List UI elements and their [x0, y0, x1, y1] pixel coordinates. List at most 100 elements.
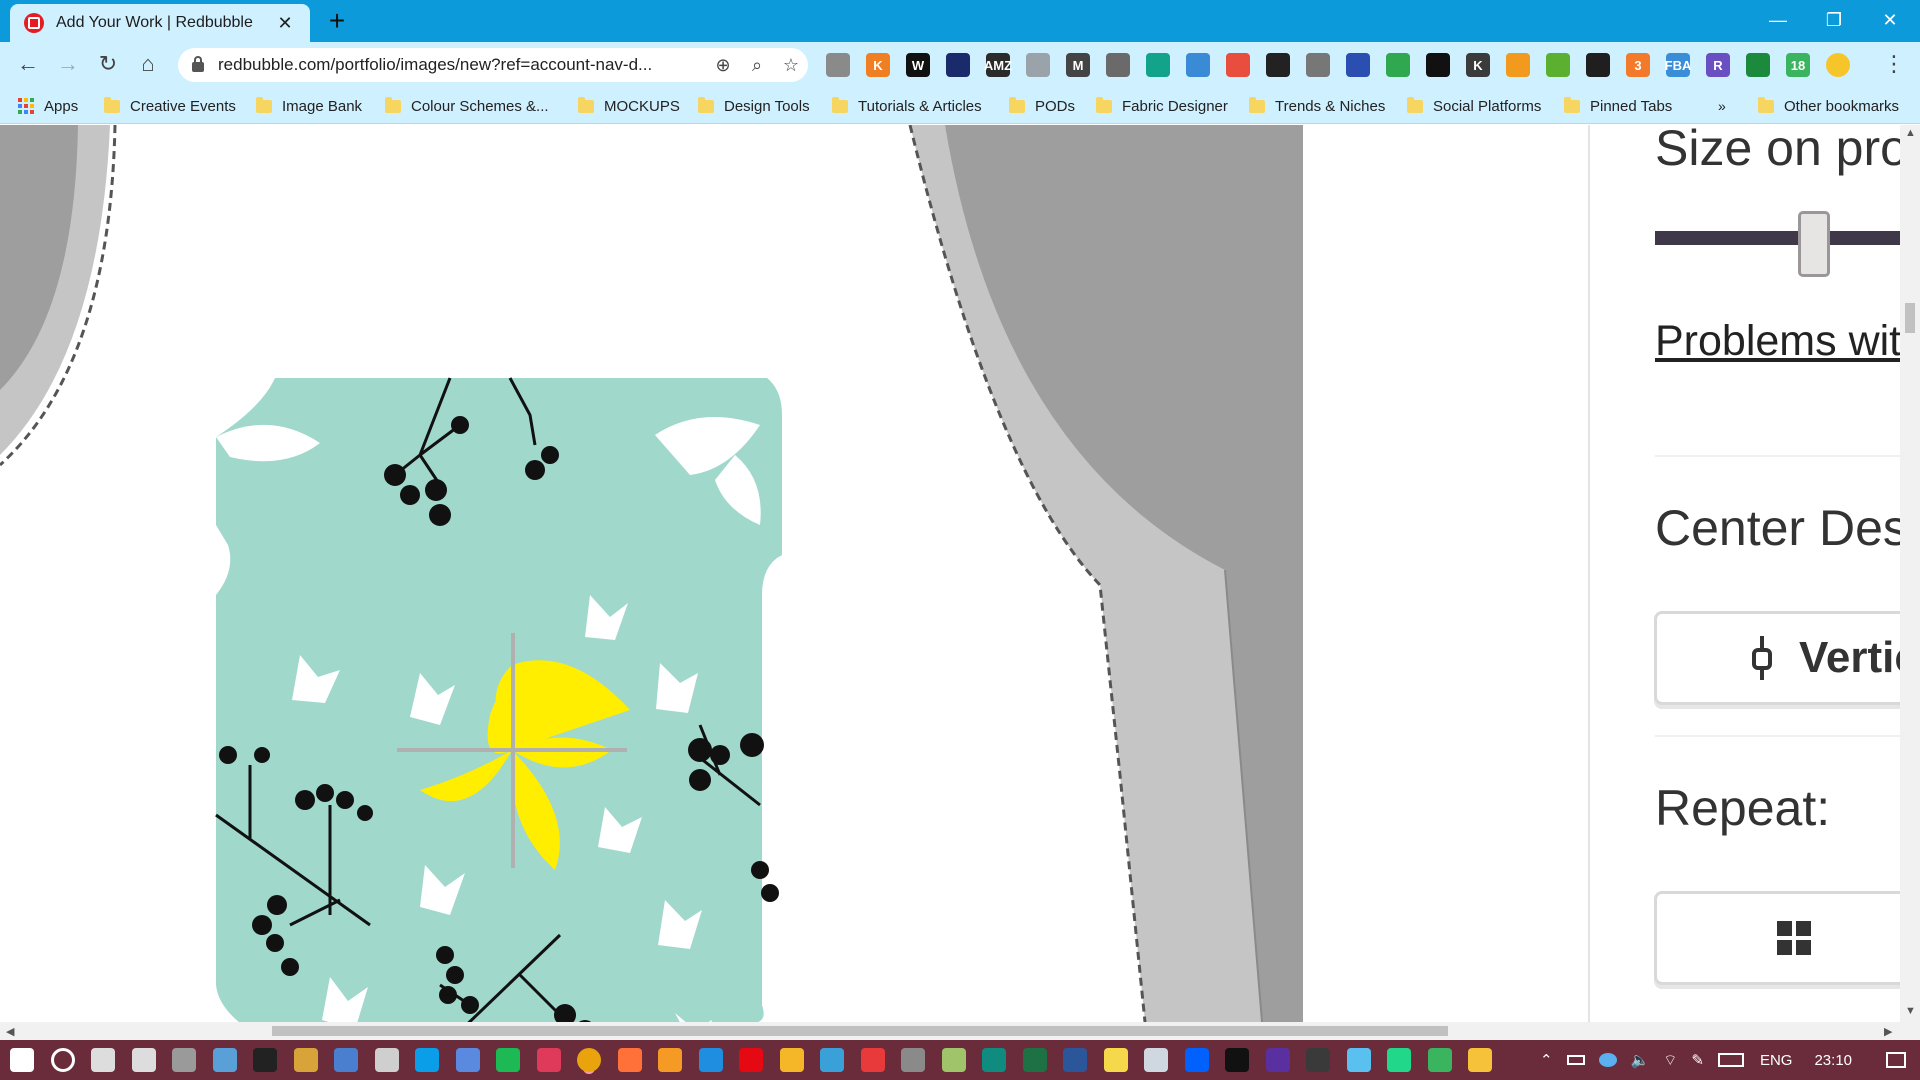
spotify-icon[interactable] [496, 1048, 520, 1072]
close-window-button[interactable]: ✕ [1862, 0, 1918, 40]
tray-chevron-icon[interactable]: ⌃ [1540, 1051, 1553, 1069]
app-icon-15[interactable] [1265, 1048, 1290, 1072]
ext-key-icon[interactable] [1506, 53, 1530, 77]
app-icon-9[interactable] [820, 1048, 844, 1072]
calculator-icon[interactable] [374, 1048, 399, 1072]
profile-avatar-icon[interactable] [1826, 53, 1850, 77]
ext-w-icon[interactable]: W [906, 53, 930, 77]
reload-button[interactable]: ↻ [94, 50, 122, 78]
ext-chart-icon[interactable] [1226, 53, 1250, 77]
skype-icon[interactable] [415, 1048, 439, 1072]
bookmark-design-tools[interactable]: Design Tools [698, 95, 810, 117]
translate-icon[interactable]: ⊕ [706, 55, 740, 76]
cmd-icon[interactable] [253, 1048, 277, 1072]
settings-icon[interactable] [91, 1048, 115, 1072]
repeat-grid-button[interactable] [1654, 891, 1900, 985]
horizontal-scrollbar[interactable]: ◀ ▶ [0, 1022, 1920, 1040]
home-button[interactable]: ⌂ [134, 50, 162, 78]
bookmark-fabric-designer[interactable]: Fabric Designer [1096, 95, 1228, 117]
bookmark-social-platforms[interactable]: Social Platforms [1407, 95, 1541, 117]
size-slider-track[interactable] [1655, 231, 1900, 245]
bookmark-pinned-tabs[interactable]: Pinned Tabs [1564, 95, 1672, 117]
chrome-icon[interactable] [577, 1048, 601, 1072]
sway-icon[interactable] [982, 1048, 1006, 1072]
app-icon-10[interactable] [860, 1048, 885, 1072]
ext-arrow-icon[interactable] [1106, 53, 1130, 77]
bookmark-other[interactable]: Other bookmarks [1758, 95, 1899, 117]
word-icon[interactable] [1063, 1048, 1087, 1072]
clock[interactable]: 23:10 [1814, 1052, 1852, 1069]
address-bar[interactable]: redbubble.com/portfolio/images/new?ref=a… [178, 48, 808, 82]
sticky-notes-icon[interactable] [1103, 1048, 1128, 1072]
ext-dark-icon[interactable] [946, 53, 970, 77]
ext-green-ring-icon[interactable] [1386, 53, 1410, 77]
vertical-scroll-thumb[interactable] [1905, 303, 1915, 333]
wifi-icon[interactable]: ⌔ [1663, 1051, 1677, 1070]
ext-k-dark-icon[interactable]: K [1466, 53, 1490, 77]
tab-close-icon[interactable]: ✕ [274, 13, 296, 34]
back-button[interactable]: ← [14, 50, 42, 78]
dropbox-icon[interactable] [1184, 1048, 1209, 1072]
app-icon-1[interactable] [172, 1048, 196, 1072]
ext-dropper-icon[interactable] [1346, 53, 1370, 77]
scroll-right-arrow-icon[interactable]: ▶ [1884, 1025, 1892, 1038]
windows-start-icon[interactable] [10, 1048, 34, 1072]
bookmark-mockups[interactable]: MOCKUPS [578, 95, 680, 117]
volume-icon[interactable]: 🔈 [1631, 1051, 1650, 1069]
bookmark-star-icon[interactable]: ☆ [774, 55, 808, 76]
bookmark-creative-events[interactable]: Creative Events [104, 95, 236, 117]
ext-bubble-icon[interactable] [826, 53, 850, 77]
app-icon-11[interactable] [901, 1048, 925, 1072]
problems-link[interactable]: Problems wit [1655, 317, 1900, 366]
app-icon-17[interactable] [1346, 1048, 1371, 1072]
file-explorer-icon[interactable] [1468, 1048, 1492, 1072]
ext-m-icon[interactable]: M [1066, 53, 1090, 77]
timer-icon[interactable] [131, 1048, 156, 1072]
ext-k-icon[interactable]: K [866, 53, 890, 77]
product-preview-canvas[interactable] [0, 125, 1303, 1022]
scroll-left-arrow-icon[interactable]: ◀ [6, 1025, 14, 1038]
app-icon-5[interactable] [455, 1048, 480, 1072]
edge-icon[interactable] [698, 1048, 723, 1072]
pycharm-icon[interactable] [1387, 1048, 1411, 1072]
app-icon-6[interactable] [536, 1048, 561, 1072]
size-slider-thumb[interactable] [1798, 211, 1830, 277]
app-icon-16[interactable] [1306, 1048, 1330, 1072]
new-tab-button[interactable]: + [322, 7, 352, 37]
ext-leaf-icon[interactable] [1746, 53, 1770, 77]
restore-button[interactable]: ❐ [1806, 0, 1862, 40]
minimize-button[interactable]: — [1750, 0, 1806, 40]
onedrive-icon[interactable] [1598, 1053, 1617, 1067]
ext-amz-icon[interactable]: AMZ [984, 53, 1012, 77]
scroll-down-arrow-icon[interactable]: ▼ [1905, 1005, 1916, 1017]
ext-orange-icon[interactable]: 3 [1626, 53, 1650, 77]
tab-active[interactable]: Add Your Work | Redbubble ✕ [10, 4, 310, 42]
excel-icon[interactable] [1022, 1048, 1047, 1072]
bookmark-apps[interactable]: Apps [18, 95, 78, 117]
ext-doc-icon[interactable] [1186, 53, 1210, 77]
ext-expand-icon[interactable] [1026, 53, 1050, 77]
battery-icon[interactable] [1566, 1055, 1585, 1065]
ext-bar-icon[interactable] [1306, 53, 1330, 77]
app-icon-7[interactable] [658, 1048, 682, 1072]
app-icon-18[interactable] [1427, 1048, 1452, 1072]
bookmarks-overflow-button[interactable]: » [1718, 95, 1726, 117]
app-icon-14[interactable] [1225, 1048, 1249, 1072]
bookmark-colour-schemes[interactable]: Colour Schemes &... [385, 95, 549, 117]
app-icon-8[interactable] [779, 1048, 804, 1072]
bookmark-tutorials[interactable]: Tutorials & Articles [832, 95, 982, 117]
vertical-scrollbar[interactable]: ▲ ▼ [1900, 125, 1920, 1022]
ext-green-icon[interactable] [1546, 53, 1570, 77]
horizontal-scroll-thumb[interactable] [272, 1026, 1448, 1036]
bookmark-trends[interactable]: Trends & Niches [1249, 95, 1385, 117]
url-text[interactable]: redbubble.com/portfolio/images/new?ref=a… [218, 55, 706, 75]
pen-icon[interactable]: ✎ [1691, 1051, 1704, 1069]
uploaded-design-artwork[interactable] [215, 377, 782, 1022]
forward-button[interactable]: → [54, 50, 82, 78]
ext-badge-icon[interactable]: 18 [1786, 53, 1810, 77]
cortana-icon[interactable] [50, 1048, 75, 1072]
ext-term-icon[interactable] [1586, 53, 1610, 77]
zoom-icon[interactable]: ⌕ [740, 55, 774, 76]
ext-r-icon[interactable]: R [1706, 53, 1730, 77]
app-icon-12[interactable] [941, 1048, 966, 1072]
